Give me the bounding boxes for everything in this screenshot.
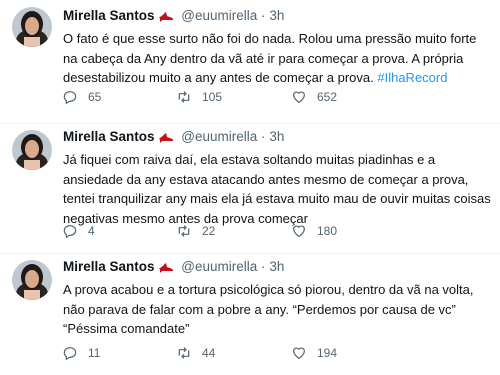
heart-icon xyxy=(291,89,307,105)
tweet[interactable]: Mirella Santos @euumirella · 3h A prova … xyxy=(0,254,500,375)
author-handle[interactable]: @euumirella xyxy=(181,259,257,274)
reply-count: 65 xyxy=(88,90,102,104)
high-heel-shoe-icon xyxy=(158,259,174,278)
retweet-icon xyxy=(176,345,192,361)
retweet-button[interactable]: 105 xyxy=(176,89,222,105)
reply-count: 11 xyxy=(88,346,101,360)
tweet-header: Mirella Santos @euumirella · 3h xyxy=(63,128,492,148)
separator: · xyxy=(261,8,266,23)
author-handle[interactable]: @euumirella xyxy=(181,8,257,23)
author-name[interactable]: Mirella Santos xyxy=(63,8,155,23)
reply-button[interactable]: 65 xyxy=(62,89,101,105)
reply-button[interactable]: 4 xyxy=(62,223,95,239)
separator: · xyxy=(261,259,266,274)
retweet-count: 22 xyxy=(202,224,216,238)
like-count: 194 xyxy=(317,346,338,360)
avatar[interactable] xyxy=(12,7,52,47)
retweet-icon xyxy=(176,223,192,239)
retweet-count: 44 xyxy=(202,346,216,360)
heart-icon xyxy=(291,223,307,239)
tweet[interactable]: Mirella Santos @euumirella · 3h O fato é… xyxy=(0,0,500,124)
hashtag-link[interactable]: #IlhaRecord xyxy=(377,70,447,85)
tweet-header: Mirella Santos @euumirella · 3h xyxy=(63,7,492,27)
high-heel-shoe-icon xyxy=(158,8,174,27)
tweet-text: A prova acabou e a tortura psicológica s… xyxy=(63,280,492,339)
retweet-button[interactable]: 44 xyxy=(176,345,215,361)
tweet-time[interactable]: 3h xyxy=(269,129,284,144)
reply-count: 4 xyxy=(88,224,95,238)
retweet-icon xyxy=(176,89,192,105)
author-handle[interactable]: @euumirella xyxy=(181,129,257,144)
reply-button[interactable]: 11 xyxy=(62,345,100,361)
tweet-text: O fato é que esse surto não foi do nada.… xyxy=(63,29,492,88)
reply-icon xyxy=(62,223,78,239)
tweet-header: Mirella Santos @euumirella · 3h xyxy=(63,258,492,278)
tweet-text-body: A prova acabou e a tortura psicológica s… xyxy=(63,282,474,336)
like-button[interactable]: 194 xyxy=(291,345,337,361)
like-button[interactable]: 652 xyxy=(291,89,337,105)
retweet-count: 105 xyxy=(202,90,223,104)
author-name[interactable]: Mirella Santos xyxy=(63,259,155,274)
like-count: 652 xyxy=(317,90,338,104)
tweet-text-body: Já fiquei com raiva daí, ela estava solt… xyxy=(63,152,491,226)
reply-icon xyxy=(62,89,78,105)
separator: · xyxy=(261,129,266,144)
tweet-thread: Mirella Santos @euumirella · 3h O fato é… xyxy=(0,0,500,375)
reply-icon xyxy=(62,345,78,361)
retweet-button[interactable]: 22 xyxy=(176,223,215,239)
tweet-time[interactable]: 3h xyxy=(269,259,284,274)
heart-icon xyxy=(291,345,307,361)
tweet-time[interactable]: 3h xyxy=(269,8,284,23)
like-button[interactable]: 180 xyxy=(291,223,337,239)
high-heel-shoe-icon xyxy=(158,129,174,148)
tweet[interactable]: Mirella Santos @euumirella · 3h Já fique… xyxy=(0,124,500,254)
avatar[interactable] xyxy=(12,130,52,170)
author-name[interactable]: Mirella Santos xyxy=(63,129,155,144)
tweet-text: Já fiquei com raiva daí, ela estava solt… xyxy=(63,150,492,228)
like-count: 180 xyxy=(317,224,338,238)
avatar[interactable] xyxy=(12,260,52,300)
